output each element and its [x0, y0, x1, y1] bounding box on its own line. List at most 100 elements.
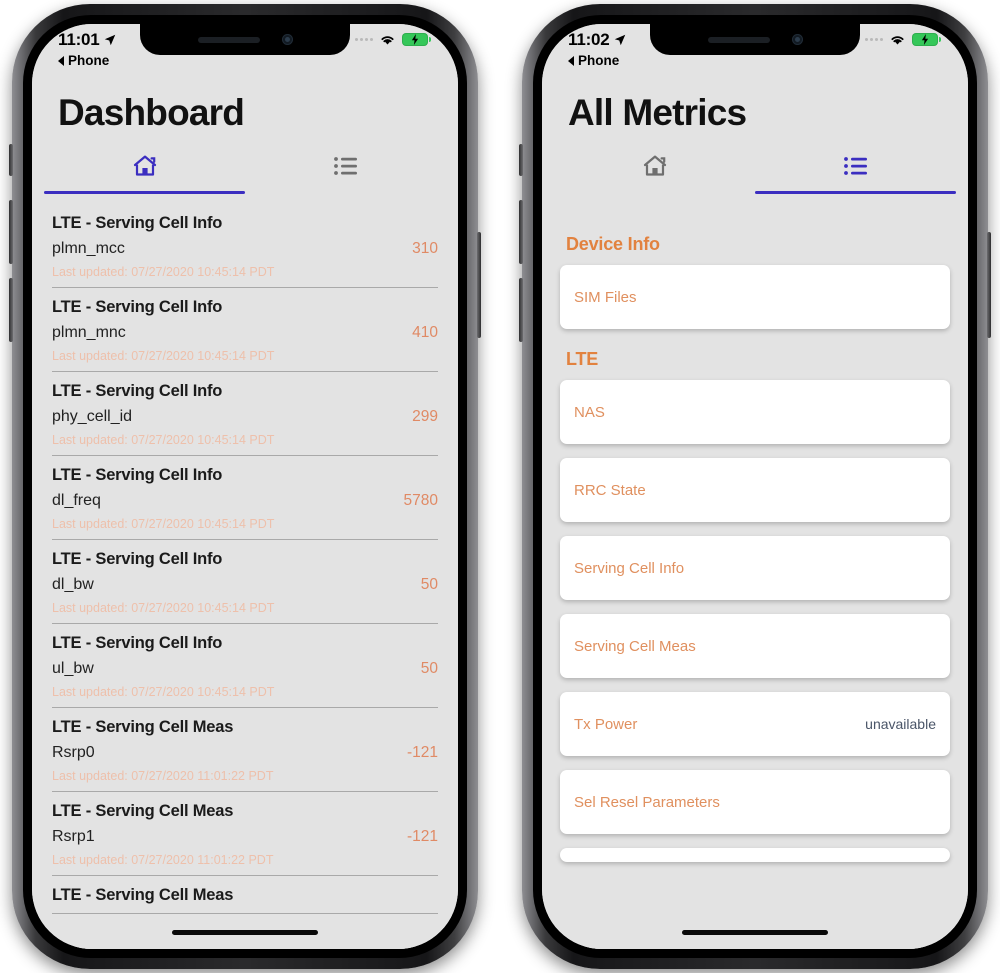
phone-device-right: 11:02 Phone All Metrics Device Info SIM … — [519, 4, 991, 969]
two-phone-comparison: 11:01 Phone Dashboard LTE - Serving Cell… — [0, 0, 1000, 973]
list-item[interactable]: LTE - Serving Cell Info plmn_mnc 410 Las… — [52, 288, 438, 372]
battery-charging-icon — [912, 33, 941, 46]
status-right-left — [355, 33, 431, 46]
list-item-title: LTE - Serving Cell Meas — [52, 802, 234, 820]
list-item-value: -121 — [406, 744, 438, 761]
all-metrics-list[interactable]: Device Info SIM Files LTE NAS RRC State … — [542, 226, 968, 915]
metric-card-rrc-state[interactable]: RRC State — [560, 458, 950, 522]
metric-card-serving-cell-info[interactable]: Serving Cell Info — [560, 536, 950, 600]
metric-card-label: NAS — [574, 403, 605, 421]
metric-card-serving-cell-meas[interactable]: Serving Cell Meas — [560, 614, 950, 678]
metric-card-value: unavailable — [865, 716, 936, 732]
list-item[interactable]: LTE - Serving Cell Info plmn_mcc 310 Las… — [52, 204, 438, 288]
home-icon — [642, 149, 668, 183]
list-item-row: dl_bw 50 — [52, 576, 438, 594]
list-item-timestamp: Last updated: 07/27/2020 10:45:14 PDT — [52, 685, 275, 699]
list-item-title: LTE - Serving Cell Meas — [52, 718, 234, 736]
metric-card-label: SIM Files — [574, 288, 637, 306]
page-title-left: Dashboard — [58, 92, 245, 133]
status-time-value: 11:01 — [58, 29, 100, 49]
back-to-app-label: Phone — [68, 53, 110, 68]
list-item-timestamp: Last updated: 07/27/2020 10:45:14 PDT — [52, 349, 275, 363]
metric-card-label: Tx Power — [574, 715, 638, 733]
list-item-timestamp: Last updated: 07/27/2020 10:45:14 PDT — [52, 265, 275, 279]
list-item-row: plmn_mnc 410 — [52, 324, 438, 342]
status-right-right — [865, 33, 941, 46]
volume-down-button-right[interactable] — [519, 278, 523, 342]
tab-home-right[interactable] — [554, 149, 755, 194]
list-item-title: LTE - Serving Cell Info — [52, 298, 223, 316]
list-item-key: ul_bw — [52, 660, 94, 677]
metric-card-label: Sel Resel Parameters — [574, 793, 720, 811]
section-header-device-info: Device Info — [566, 234, 660, 254]
list-icon — [843, 149, 869, 183]
signal-dots-icon — [355, 38, 373, 41]
home-indicator-right[interactable] — [542, 915, 968, 949]
front-camera-icon — [281, 34, 293, 45]
list-item[interactable]: LTE - Serving Cell Meas Rsrp1 -121 Last … — [52, 792, 438, 876]
power-button-right[interactable] — [987, 232, 991, 338]
list-item[interactable]: LTE - Serving Cell Info phy_cell_id 299 … — [52, 372, 438, 456]
list-item-value: 50 — [420, 576, 438, 593]
home-indicator-left[interactable] — [32, 915, 458, 949]
earpiece-speaker-icon — [707, 36, 770, 43]
back-to-app-left[interactable]: Phone — [32, 53, 458, 68]
earpiece-speaker-icon — [197, 36, 260, 43]
list-item-row: ul_bw 50 — [52, 660, 438, 678]
list-item-value: 299 — [412, 408, 438, 425]
phone-bezel-right: 11:02 Phone All Metrics Device Info SIM … — [533, 15, 977, 958]
metric-card-tx-power[interactable]: Tx Power unavailable — [560, 692, 950, 756]
wifi-icon — [891, 36, 904, 45]
notch-right — [650, 24, 860, 55]
tab-bar-right — [542, 149, 968, 194]
tab-indicator-home-right — [554, 191, 755, 194]
tab-list-right[interactable] — [755, 149, 956, 194]
volume-up-button-right[interactable] — [519, 200, 523, 264]
list-item-timestamp: Last updated: 07/27/2020 10:45:14 PDT — [52, 601, 275, 615]
list-item[interactable]: LTE - Serving Cell Info dl_freq 5780 Las… — [52, 456, 438, 540]
list-item-title: LTE - Serving Cell Info — [52, 550, 223, 568]
dashboard-metric-list[interactable]: LTE - Serving Cell Info plmn_mcc 310 Las… — [32, 204, 458, 915]
wifi-icon — [381, 36, 394, 45]
metric-card-sel-resel-parameters[interactable]: Sel Resel Parameters — [560, 770, 950, 834]
list-item-value: 50 — [420, 660, 438, 677]
list-item-title: LTE - Serving Cell Meas — [52, 886, 234, 904]
list-item-partial[interactable]: LTE - Serving Cell Meas — [52, 876, 438, 914]
list-item-row: dl_freq 5780 — [52, 492, 438, 510]
metric-card-sim-files[interactable]: SIM Files — [560, 265, 950, 329]
list-item-key: phy_cell_id — [52, 408, 133, 425]
metric-card-partial[interactable] — [560, 848, 950, 862]
list-item-row: Rsrp0 -121 — [52, 744, 438, 762]
metric-card-nas[interactable]: NAS — [560, 380, 950, 444]
back-triangle-icon — [568, 55, 574, 66]
tab-indicator-list-right — [755, 191, 956, 194]
list-item[interactable]: LTE - Serving Cell Meas Rsrp0 -121 Last … — [52, 708, 438, 792]
battery-charging-icon — [402, 33, 431, 46]
location-arrow-icon — [104, 34, 115, 45]
front-camera-icon — [791, 34, 803, 45]
back-to-app-right[interactable]: Phone — [542, 53, 968, 68]
volume-down-button-left[interactable] — [9, 278, 13, 342]
signal-dots-icon — [865, 38, 883, 41]
list-item-row: phy_cell_id 299 — [52, 408, 438, 426]
list-item-title: LTE - Serving Cell Info — [52, 466, 223, 484]
notch-left — [140, 24, 350, 55]
list-item-title: LTE - Serving Cell Info — [52, 214, 223, 232]
app-right: 11:02 Phone All Metrics Device Info SIM … — [542, 24, 968, 949]
tab-list-left[interactable] — [245, 149, 446, 194]
back-to-app-label: Phone — [578, 53, 620, 68]
list-item-title: LTE - Serving Cell Info — [52, 382, 223, 400]
home-icon — [132, 149, 158, 183]
mute-switch-right[interactable] — [519, 144, 523, 176]
tab-home-left[interactable] — [44, 149, 245, 194]
list-item[interactable]: LTE - Serving Cell Info dl_bw 50 Last up… — [52, 540, 438, 624]
app-left: 11:01 Phone Dashboard LTE - Serving Cell… — [32, 24, 458, 949]
list-item-row: plmn_mcc 310 — [52, 240, 438, 258]
list-item[interactable]: LTE - Serving Cell Info ul_bw 50 Last up… — [52, 624, 438, 708]
mute-switch-left[interactable] — [9, 144, 13, 176]
app-content-left: Dashboard LTE - Serving Cell Info plmn_m… — [32, 68, 458, 915]
power-button-left[interactable] — [477, 232, 481, 338]
tab-bar-left — [32, 149, 458, 194]
list-item-value: 5780 — [403, 492, 438, 509]
volume-up-button-left[interactable] — [9, 200, 13, 264]
